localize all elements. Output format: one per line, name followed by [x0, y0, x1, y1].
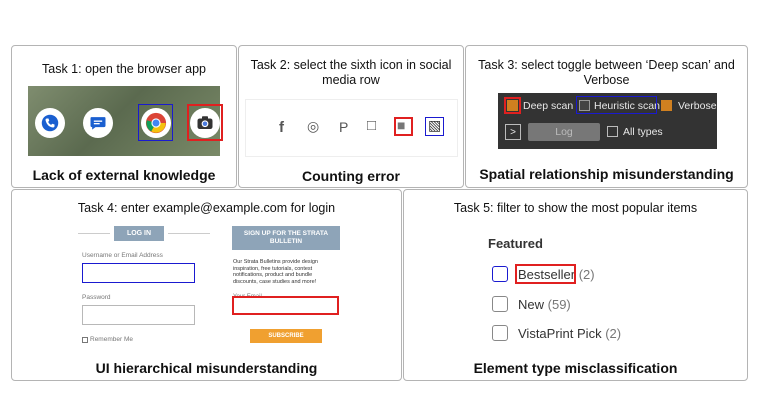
bestseller-option[interactable]: Bestseller (2)	[515, 264, 595, 284]
signup-header: SIGN UP FOR THE STRATA BULLETIN	[232, 226, 340, 250]
social-media-row: f ◎ P □ ■ ▧	[245, 99, 458, 157]
verbose-toggle[interactable]	[661, 100, 672, 111]
pinterest-icon[interactable]: P	[339, 119, 348, 135]
phone-app-icon[interactable]	[35, 108, 65, 138]
all-types-checkbox[interactable]	[607, 126, 618, 137]
verbose-label: Verbose	[678, 100, 717, 112]
login-divider-right	[168, 233, 210, 234]
camera-red-highlight	[187, 104, 223, 141]
scan-options-panel: Deep scan Heuristic scan Verbose > Log A…	[498, 93, 717, 149]
flipboard-icon[interactable]: □	[367, 117, 376, 134]
new-count: (59)	[547, 297, 571, 312]
subscribe-button[interactable]: SUBSCRIBE	[250, 329, 322, 343]
rss-red-highlight	[394, 117, 413, 136]
news-blue-highlight	[425, 117, 444, 136]
new-label: New	[518, 297, 545, 312]
login-form: LOG IN Username or Email Address Passwor…	[76, 221, 213, 349]
panel-task-4: Task 4: enter example@example.com for lo…	[11, 189, 402, 381]
deep-scan-red-highlight	[504, 97, 521, 114]
username-input[interactable]	[82, 263, 195, 283]
vistaprint-pick-option[interactable]: VistaPrint Pick (2)	[518, 326, 621, 341]
phone-home-screen	[28, 86, 223, 156]
email-input[interactable]	[232, 296, 339, 315]
facebook-icon[interactable]: f	[279, 119, 284, 136]
new-option[interactable]: New (59)	[518, 297, 571, 312]
password-input[interactable]	[82, 305, 195, 325]
deep-scan-label: Deep scan	[523, 100, 574, 112]
panel-task-1: Task 1: open the browser app Lack of ext…	[11, 45, 237, 188]
task-5-text: Task 5: filter to show the most popular …	[453, 201, 698, 215]
password-label: Password	[82, 294, 111, 301]
instagram-icon[interactable]: ◎	[307, 118, 319, 135]
task-3-text: Task 3: select toggle between ‘Deep scan…	[478, 58, 735, 87]
caption-5: Element type misclassification	[473, 360, 678, 376]
messages-app-icon[interactable]	[83, 108, 113, 138]
caption-1: Lack of external knowledge	[32, 167, 216, 183]
bestseller-checkbox[interactable]	[492, 266, 508, 282]
signup-text: Our Strata Bulletins provide design insp…	[233, 259, 318, 285]
signup-form: SIGN UP FOR THE STRATA BULLETIN Our Stra…	[230, 221, 342, 346]
vistaprint-pick-checkbox[interactable]	[492, 325, 508, 341]
bestseller-count: (2)	[578, 267, 595, 282]
bestseller-red-highlight	[515, 264, 576, 284]
all-types-label: All types	[623, 126, 663, 138]
filter-card: Featured Bestseller (2) New (59) VistaPr…	[472, 221, 681, 353]
remember-checkbox[interactable]	[82, 337, 88, 343]
chrome-blue-highlight	[138, 104, 173, 141]
log-button[interactable]: Log	[528, 123, 600, 141]
username-label: Username or Email Address	[82, 252, 163, 259]
vistaprint-pick-label: VistaPrint Pick	[518, 326, 602, 341]
caption-2: Counting error	[302, 168, 400, 184]
vistaprint-pick-count: (2)	[605, 326, 622, 341]
caption-3: Spatial relationship misunderstanding	[479, 166, 734, 182]
panel-task-3: Task 3: select toggle between ‘Deep scan…	[465, 45, 748, 188]
task-2-text: Task 2: select the sixth icon in social …	[250, 58, 452, 87]
panel-task-2: Task 2: select the sixth icon in social …	[238, 45, 464, 188]
login-header: LOG IN	[114, 226, 164, 241]
task-1-text: Task 1: open the browser app	[42, 62, 206, 76]
remember-label: Remember Me	[90, 336, 133, 343]
expand-button[interactable]: >	[505, 124, 521, 140]
task-4-text: Task 4: enter example@example.com for lo…	[77, 201, 336, 215]
new-checkbox[interactable]	[492, 296, 508, 312]
login-divider-left	[78, 233, 110, 234]
heuristic-blue-highlight	[576, 96, 657, 114]
panel-task-5: Task 5: filter to show the most popular …	[403, 189, 748, 381]
caption-4: UI hierarchical misunderstanding	[95, 360, 318, 376]
filter-title: Featured	[488, 236, 543, 251]
